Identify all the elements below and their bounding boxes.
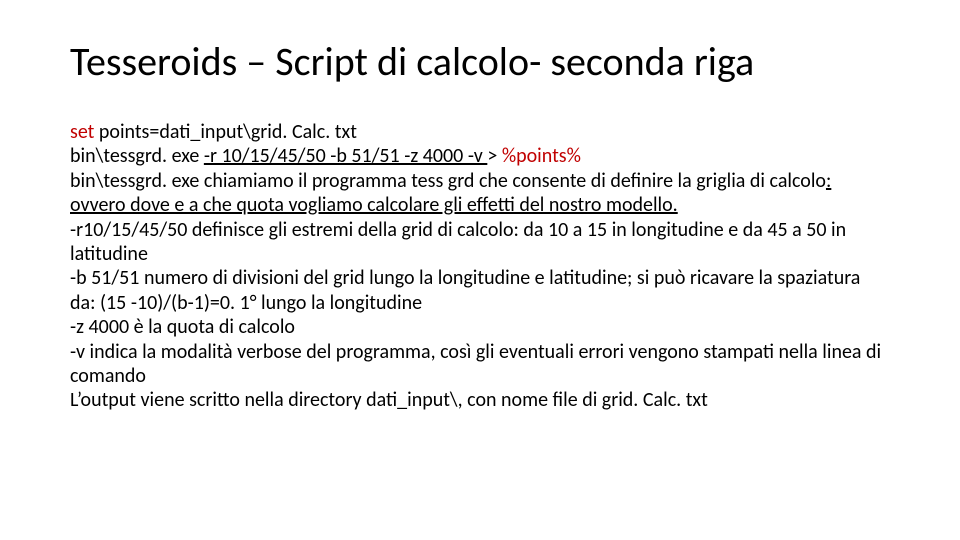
code-line-2-args: -r 10/15/45/50 -b 51/51 -z 4000 -v [204,144,487,168]
slide-title: Tesseroids – Script di calcolo- seconda … [70,40,890,84]
desc-line-6: -z 4000 è la quota di calcolo [70,315,890,339]
desc-line-3a: bin\tessgrd. exe chiamiamo il programma … [70,169,826,193]
code-line-1-path: points=dati_input\grid. Calc. txt [99,120,357,144]
code-line-2-var: %points% [502,144,581,168]
keyword-set: set [70,120,99,144]
code-line-2-cmd: bin\tessgrd. exe [70,144,204,168]
code-line-2: bin\tessgrd. exe -r 10/15/45/50 -b 51/51… [70,144,890,168]
code-line-2-redir: > [487,144,501,168]
desc-line-7: -v indica la modalità verbose del progra… [70,340,890,389]
desc-line-8: L’output viene scritto nella directory d… [70,388,890,412]
desc-line-4: -r10/15/45/50 definisce gli estremi dell… [70,218,890,267]
desc-line-3: bin\tessgrd. exe chiamiamo il programma … [70,169,890,218]
slide-body: set points=dati_input\grid. Calc. txt bi… [70,120,890,413]
slide: Tesseroids – Script di calcolo- seconda … [0,0,960,540]
desc-line-5: -b 51/51 numero di divisioni del grid lu… [70,266,890,315]
code-line-1: set points=dati_input\grid. Calc. txt [70,120,890,144]
